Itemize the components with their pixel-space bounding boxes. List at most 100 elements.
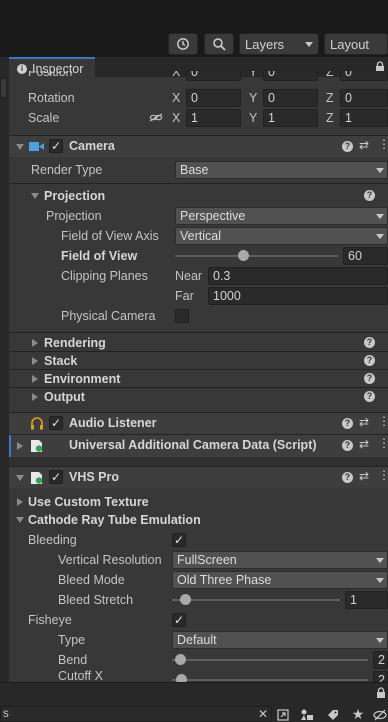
rotation-z-field[interactable]: 0: [340, 89, 388, 107]
far-label: Far: [175, 289, 194, 303]
use-custom-texture-row[interactable]: Use Custom Texture: [9, 492, 388, 512]
help-icon[interactable]: ?: [342, 472, 353, 483]
cutoff-x-value-field[interactable]: 2: [373, 671, 388, 682]
scale-z-field[interactable]: 1: [340, 109, 388, 127]
foldout-expanded-icon[interactable]: [31, 193, 39, 199]
search-icon: [213, 38, 226, 51]
preset-icon[interactable]: ⇄: [359, 437, 369, 451]
bleed-stretch-slider-track[interactable]: [172, 599, 340, 601]
foldout-expanded-icon[interactable]: [16, 475, 24, 481]
bend-slider-track[interactable]: [172, 659, 368, 661]
foldout-expanded-icon[interactable]: [16, 144, 24, 150]
foldout-expanded-icon[interactable]: [16, 517, 24, 523]
stack-section-header[interactable]: Stack ?: [9, 351, 388, 371]
help-icon[interactable]: ?: [342, 418, 353, 429]
environment-section-title: Environment: [44, 372, 121, 386]
help-icon[interactable]: ?: [342, 440, 353, 451]
rendering-section-header[interactable]: Rendering ?: [9, 333, 388, 353]
output-section-title: Output: [44, 390, 85, 404]
fov-axis-dropdown[interactable]: Vertical: [175, 227, 388, 245]
far-field[interactable]: 1000: [208, 287, 388, 305]
position-y-field[interactable]: 0: [263, 71, 318, 81]
close-icon[interactable]: ✕: [258, 707, 268, 721]
position-row: Position X 0 Y 0 Z 0: [9, 71, 388, 85]
bleed-mode-dropdown[interactable]: Old Three Phase: [172, 571, 388, 589]
environment-section-header[interactable]: Environment ?: [9, 369, 388, 389]
foldout-collapsed-icon[interactable]: [32, 375, 38, 383]
help-icon[interactable]: ?: [364, 190, 375, 201]
help-icon[interactable]: ?: [364, 355, 375, 366]
constrain-proportions-icon[interactable]: [149, 112, 163, 123]
fov-axis-label: Field of View Axis: [61, 229, 159, 243]
bleeding-checkbox[interactable]: ✓: [172, 533, 186, 547]
fov-slider-thumb[interactable]: [238, 250, 250, 261]
rotation-x-field[interactable]: 0: [186, 89, 241, 107]
foldout-collapsed-icon[interactable]: [17, 442, 23, 450]
favorites-button[interactable]: ★: [348, 706, 368, 722]
bleed-stretch-value-field[interactable]: 1: [345, 591, 388, 609]
physical-camera-checkbox[interactable]: [175, 309, 189, 323]
lock-icon[interactable]: [376, 687, 386, 699]
camera-title: Camera: [69, 139, 115, 153]
cutoff-x-slider-thumb[interactable]: [176, 674, 187, 682]
rotation-x-axis: X: [172, 91, 181, 105]
foldout-collapsed-icon[interactable]: [32, 339, 38, 347]
position-z-field[interactable]: 0: [340, 71, 388, 81]
scene-search-button[interactable]: [274, 706, 292, 722]
filter-type-icon: [301, 709, 313, 720]
type-value: Default: [177, 633, 217, 647]
help-icon[interactable]: ?: [364, 391, 375, 402]
preset-icon[interactable]: ⇄: [359, 469, 369, 483]
vertical-resolution-label: Vertical Resolution: [58, 553, 162, 567]
projection-section-header[interactable]: Projection ?: [9, 186, 388, 206]
search-button[interactable]: [204, 33, 234, 55]
filter-by-label-button[interactable]: [322, 706, 344, 722]
position-x-field[interactable]: 0: [186, 71, 241, 81]
scale-x-field[interactable]: 1: [186, 109, 241, 127]
bend-slider-thumb[interactable]: [175, 654, 187, 665]
filter-by-type-button[interactable]: [296, 706, 318, 722]
project-search-input[interactable]: s ✕: [0, 706, 272, 722]
layers-dropdown[interactable]: Layers: [239, 33, 319, 55]
fov-slider-track[interactable]: [175, 255, 338, 257]
camera-enabled-checkbox[interactable]: ✓: [49, 139, 63, 153]
rotation-y-field[interactable]: 0: [263, 89, 318, 107]
layout-dropdown[interactable]: Layout: [324, 33, 388, 55]
urp-camera-data-component-header[interactable]: Universal Additional Camera Data (Script…: [9, 434, 388, 458]
type-dropdown[interactable]: Default: [172, 631, 388, 649]
fisheye-checkbox[interactable]: ✓: [172, 613, 186, 627]
help-icon[interactable]: ?: [364, 373, 375, 384]
preset-icon[interactable]: ⇄: [359, 138, 369, 152]
hidden-packages-button[interactable]: [372, 706, 388, 722]
help-icon[interactable]: ?: [342, 141, 353, 152]
more-icon[interactable]: ⋮: [378, 468, 388, 482]
preset-icon[interactable]: ⇄: [359, 415, 369, 429]
fov-value-field[interactable]: 60: [343, 247, 388, 265]
projection-dropdown[interactable]: Perspective: [175, 207, 388, 225]
bend-value-field[interactable]: 2: [373, 651, 388, 669]
layout-label: Layout: [330, 36, 370, 52]
foldout-collapsed-icon[interactable]: [32, 357, 38, 365]
more-icon[interactable]: ⋮: [378, 137, 388, 151]
cutoff-x-slider-track[interactable]: [172, 679, 368, 681]
vertical-resolution-dropdown[interactable]: FullScreen: [172, 551, 388, 569]
foldout-collapsed-icon[interactable]: [17, 498, 23, 506]
bleed-stretch-slider-thumb[interactable]: [180, 594, 192, 605]
foldout-collapsed-icon[interactable]: [32, 393, 38, 401]
near-field[interactable]: 0.3: [208, 267, 388, 285]
more-icon[interactable]: ⋮: [378, 414, 388, 428]
more-icon[interactable]: ⋮: [378, 436, 388, 450]
vhs-pro-component-header[interactable]: ✓ VHS Pro ? ⇄ ⋮: [9, 466, 388, 488]
scale-y-field[interactable]: 1: [263, 109, 318, 127]
help-icon[interactable]: ?: [364, 337, 375, 348]
left-panel-tab: [0, 78, 7, 98]
history-button[interactable]: [168, 33, 198, 55]
audio-listener-enabled-checkbox[interactable]: ✓: [49, 416, 63, 430]
crt-emulation-row[interactable]: Cathode Ray Tube Emulation: [9, 510, 388, 530]
audio-listener-component-header[interactable]: ✓ Audio Listener ? ⇄ ⋮: [9, 412, 388, 434]
bleed-stretch-row: Bleed Stretch 1: [9, 590, 388, 610]
vhs-pro-enabled-checkbox[interactable]: ✓: [49, 470, 63, 484]
camera-component-header[interactable]: ✓ Camera ? ⇄ ⋮: [9, 135, 388, 157]
render-type-dropdown[interactable]: Base: [175, 161, 388, 179]
output-section-header[interactable]: Output ?: [9, 387, 388, 407]
